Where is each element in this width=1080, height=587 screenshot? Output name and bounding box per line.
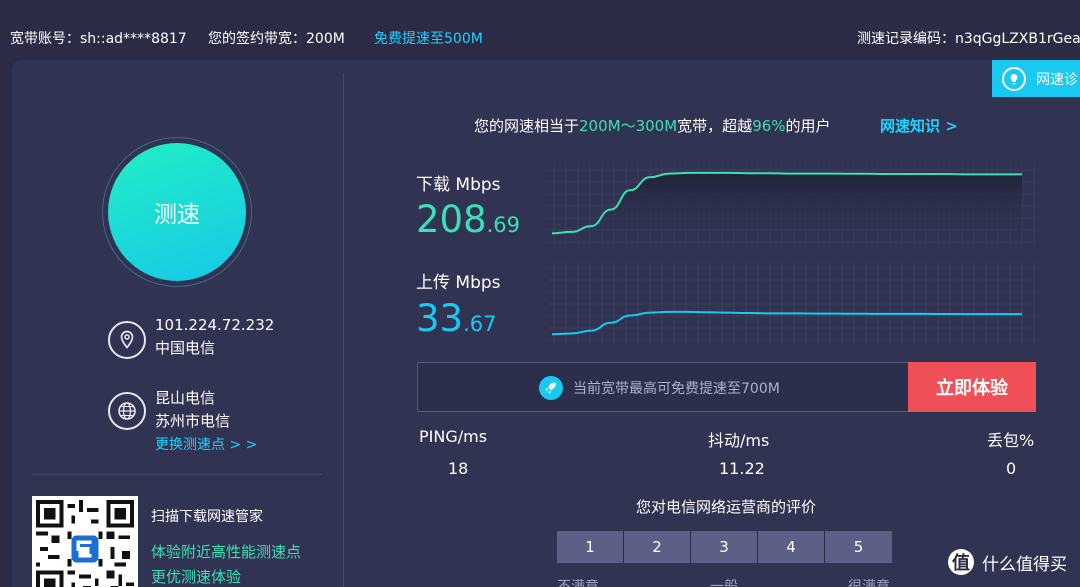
download-dec: .69 — [486, 213, 521, 237]
change-node-link[interactable]: 更换测速点 > > — [155, 434, 257, 457]
rating-option-1[interactable]: 1 — [557, 531, 624, 563]
summary-percent: 96% — [752, 117, 786, 135]
account-text: 宽带账号：sh::ad****8817 — [10, 31, 187, 47]
rating-scale-low: 不满意 — [557, 579, 599, 587]
upgrade-link[interactable]: 免费提速至500M — [374, 30, 483, 48]
upload-speed: 33.67 — [416, 298, 497, 345]
download-graph-area — [552, 172, 1022, 246]
location-pin-icon — [108, 321, 146, 359]
download-label: 下载 Mbps — [416, 175, 501, 195]
rating-option-5[interactable]: 5 — [825, 531, 892, 563]
packet-loss-value: 0 — [1006, 459, 1017, 478]
upload-label: 上传 Mbps — [416, 273, 501, 293]
rating-scale-high: 很满意 — [848, 579, 890, 587]
download-speed: 208.69 — [416, 199, 520, 246]
download-graph — [548, 164, 1036, 246]
rating-title: 您对电信网络运营商的评价 — [636, 498, 817, 516]
rating-option-3[interactable]: 3 — [691, 531, 758, 563]
speed-knowledge-link[interactable]: 网速知识 > — [880, 115, 958, 136]
download-int: 208 — [416, 198, 487, 241]
upload-graph-line — [551, 310, 1022, 336]
upload-graph — [548, 262, 1036, 344]
jitter-label: 抖动/ms — [708, 431, 770, 450]
start-test-button[interactable]: 测速 — [108, 143, 246, 281]
site-watermark: 值 什么值得买 — [948, 549, 1067, 575]
isp-name: 中国电信 — [155, 339, 216, 357]
rating-option-2[interactable]: 2 — [624, 531, 691, 563]
summary-suffix: 的用户 — [785, 117, 831, 135]
rating-options: 1 2 3 4 5 — [557, 531, 892, 563]
top-info-bar: 宽带账号：sh::ad****8817 您的签约带宽：200M 免费提速至500… — [0, 0, 1080, 60]
left-divider — [32, 474, 322, 475]
diagnosis-tab[interactable]: 网速诊 — [992, 60, 1080, 97]
diagnosis-tab-label: 网速诊 — [1036, 71, 1078, 88]
qr-code — [32, 496, 138, 587]
summary-range: 200M～300M — [579, 117, 678, 135]
promo-line-2: 更优测速体验 — [151, 568, 242, 586]
scan-download-text: 扫描下载网速管家 — [151, 509, 263, 525]
rocket-icon — [539, 376, 563, 400]
plan-text: 您的签约带宽：200M — [208, 31, 345, 47]
rating-scale-mid: 一般 — [710, 579, 738, 587]
bulb-icon — [1002, 66, 1026, 91]
packet-loss-label: 丢包% — [987, 431, 1035, 450]
test-node-name: 昆山电信 — [155, 389, 216, 407]
upload-dec: .67 — [463, 312, 497, 336]
column-divider — [343, 73, 344, 587]
rating-option-4[interactable]: 4 — [758, 531, 825, 563]
boost-banner: 当前宽带最高可免费提速至700M 立即体验 — [417, 362, 1036, 412]
watermark-text: 什么值得买 — [982, 554, 1067, 575]
speed-summary: 您的网速相当于200M～300M宽带，超越96%的用户 — [474, 115, 831, 136]
summary-mid: 宽带，超越 — [677, 117, 753, 135]
summary-prefix: 您的网速相当于 — [474, 117, 580, 135]
ping-label: PING/ms — [419, 427, 488, 446]
watermark-logo: 值 — [948, 549, 974, 575]
ip-address: 101.224.72.232 — [155, 316, 275, 334]
upload-int: 33 — [416, 297, 464, 340]
try-now-button[interactable]: 立即体验 — [908, 362, 1036, 412]
promo-line-1: 体验附近高性能测速点 — [151, 543, 302, 561]
record-code: 测速记录编码：n3qGgLZXB1rGea — [857, 31, 1080, 47]
globe-icon — [108, 392, 146, 430]
test-node-city: 苏州市电信 — [155, 412, 231, 430]
ping-value: 18 — [448, 459, 469, 478]
jitter-value: 11.22 — [719, 459, 765, 478]
boost-text: 当前宽带最高可免费提速至700M — [573, 381, 780, 397]
